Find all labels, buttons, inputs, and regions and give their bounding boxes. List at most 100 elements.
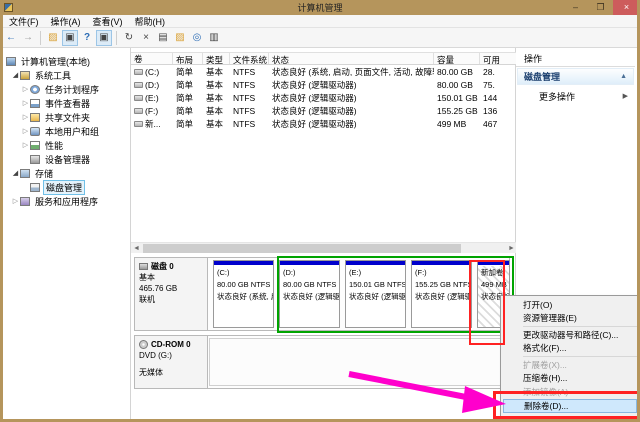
partition-c[interactable]: (C:) 80.00 GB NTFS 状态良好 (系统, 启动, 页面文件, 活… bbox=[213, 260, 274, 328]
maximize-button[interactable]: ❐ bbox=[588, 0, 613, 15]
menu-bar: 文件(F) 操作(A) 查看(V) 帮助(H) bbox=[0, 15, 640, 28]
task-scheduler-icon bbox=[30, 85, 40, 94]
shared-folders-icon bbox=[30, 113, 40, 122]
disk-0-size: 465.76 GB bbox=[139, 283, 203, 294]
volume-list: 卷 布局 类型 文件系统 状态 容量 可用 (C:) 简单基本 NTFS状态良好… bbox=[131, 52, 517, 130]
expander-collapsed-icon[interactable]: ▷ bbox=[21, 127, 30, 135]
close-button[interactable]: × bbox=[613, 0, 640, 15]
menu-separator bbox=[523, 326, 637, 327]
tree-item-device-manager[interactable]: 设备管理器 bbox=[3, 152, 130, 166]
expander-collapsed-icon[interactable]: ▷ bbox=[21, 113, 30, 121]
disk-0-type: 基本 bbox=[139, 272, 203, 283]
volume-row-c[interactable]: (C:) 简单基本 NTFS状态良好 (系统, 启动, 页面文件, 活动, 故障… bbox=[131, 65, 517, 78]
delete-icon[interactable]: × bbox=[138, 30, 154, 46]
open-folder-icon[interactable]: ▨ bbox=[172, 30, 188, 46]
menu-extend-volume: 扩展卷(X)... bbox=[501, 358, 639, 372]
disk-0-info[interactable]: 磁盘 0 基本 465.76 GB 联机 bbox=[135, 258, 208, 330]
window-title: 计算机管理 bbox=[0, 1, 640, 14]
cdrom-0-info[interactable]: CD-ROM 0 DVD (G:) 无媒体 bbox=[135, 336, 208, 388]
action-pane-icon[interactable]: ▣ bbox=[96, 30, 112, 46]
minimize-button[interactable]: – bbox=[563, 0, 588, 15]
forward-icon[interactable]: → bbox=[20, 30, 36, 46]
tree-item-system-tools[interactable]: ◢ 系统工具 bbox=[3, 68, 130, 82]
expander-expanded-icon[interactable]: ◢ bbox=[11, 71, 20, 79]
tree-item-local-users-groups[interactable]: ▷ 本地用户和组 bbox=[3, 124, 130, 138]
cdrom-0-status: 无媒体 bbox=[139, 367, 203, 378]
col-free[interactable]: 可用 bbox=[480, 53, 517, 64]
menu-action[interactable]: 操作(A) bbox=[46, 14, 86, 29]
disk-0-status: 联机 bbox=[139, 294, 203, 305]
menu-open[interactable]: 打开(O) bbox=[501, 298, 639, 312]
expander-collapsed-icon[interactable]: ▷ bbox=[21, 141, 30, 149]
help-icon[interactable]: ? bbox=[79, 30, 95, 46]
expander-collapsed-icon[interactable]: ▷ bbox=[21, 99, 30, 107]
refresh-icon[interactable]: ↻ bbox=[121, 30, 137, 46]
export-icon[interactable]: ▥ bbox=[206, 30, 222, 46]
actions-panel-title: 操作 bbox=[524, 52, 542, 65]
tree-item-shared-folders[interactable]: ▷ 共享文件夹 bbox=[3, 110, 130, 124]
tree-item-storage[interactable]: ◢ 存储 bbox=[3, 166, 130, 180]
scroll-left-icon[interactable]: ◄ bbox=[131, 245, 142, 252]
tree-item-event-viewer[interactable]: ▷ 事件查看器 bbox=[3, 96, 130, 110]
submenu-arrow-icon: ▶ bbox=[623, 92, 628, 100]
col-capacity[interactable]: 容量 bbox=[434, 53, 480, 64]
find-icon[interactable]: ◎ bbox=[189, 30, 205, 46]
col-filesystem[interactable]: 文件系统 bbox=[230, 53, 269, 64]
local-users-icon bbox=[30, 127, 40, 136]
tree-item-task-scheduler[interactable]: ▷ 任务计划程序 bbox=[3, 82, 130, 96]
menu-format[interactable]: 格式化(F)... bbox=[501, 342, 639, 356]
menu-help[interactable]: 帮助(H) bbox=[130, 14, 171, 29]
col-volume[interactable]: 卷 bbox=[131, 53, 173, 64]
drive-icon bbox=[134, 121, 143, 127]
disk-management-icon bbox=[30, 183, 40, 192]
drive-icon bbox=[134, 108, 143, 114]
console-tree-panel: 计算机管理(本地) ◢ 系统工具 ▷ 任务计划程序 ▷ 事件查看器 ▷ 共享文件… bbox=[3, 48, 130, 419]
expander-expanded-icon[interactable]: ◢ bbox=[11, 169, 20, 177]
device-manager-icon bbox=[30, 155, 40, 164]
cdrom-empty-area[interactable] bbox=[209, 338, 507, 386]
menu-view[interactable]: 查看(V) bbox=[88, 14, 128, 29]
menu-file[interactable]: 文件(F) bbox=[4, 14, 44, 29]
back-icon[interactable]: ← bbox=[3, 30, 19, 46]
toolbar-separator bbox=[116, 31, 117, 45]
disk-0-row: 磁盘 0 基本 465.76 GB 联机 (C:) 80.00 GB NTFS … bbox=[134, 257, 510, 331]
tree-item-disk-management[interactable]: 磁盘管理 bbox=[3, 180, 130, 194]
partition-e[interactable]: (E:) 150.01 GB NTFS 状态良好 (逻辑驱动器) bbox=[345, 260, 406, 328]
drive-icon bbox=[134, 82, 143, 88]
more-actions-item[interactable]: 更多操作 ▶ bbox=[517, 89, 634, 103]
actions-disk-management-section[interactable]: 磁盘管理 ▲ bbox=[517, 68, 634, 85]
disk-management-panel: 卷 布局 类型 文件系统 状态 容量 可用 (C:) 简单基本 NTFS状态良好… bbox=[130, 48, 516, 419]
col-layout[interactable]: 布局 bbox=[173, 53, 203, 64]
expander-collapsed-icon[interactable]: ▷ bbox=[11, 197, 20, 205]
tree-item-computer-management[interactable]: 计算机管理(本地) bbox=[3, 54, 130, 68]
horizontal-scrollbar[interactable]: ◄ ► bbox=[131, 242, 517, 253]
performance-icon bbox=[30, 141, 40, 150]
drive-icon bbox=[134, 95, 143, 101]
menu-delete-volume[interactable]: 删除卷(D)... bbox=[503, 399, 637, 413]
volume-row-d[interactable]: (D:) 简单基本 NTFS状态良好 (逻辑驱动器) 80.00 GB75. bbox=[131, 78, 517, 91]
volume-row-e[interactable]: (E:) 简单基本 NTFS状态良好 (逻辑驱动器) 150.01 GB144 bbox=[131, 91, 517, 104]
partition-d[interactable]: (D:) 80.00 GB NTFS 状态良好 (逻辑驱动器) bbox=[279, 260, 340, 328]
menu-add-mirror: 添加镜像(A) bbox=[501, 385, 639, 399]
menu-change-drive-letter[interactable]: 更改驱动器号和路径(C)... bbox=[501, 328, 639, 342]
console-window-icon[interactable]: ▣ bbox=[62, 30, 78, 46]
properties-icon[interactable]: ▤ bbox=[155, 30, 171, 46]
col-type[interactable]: 类型 bbox=[203, 53, 230, 64]
toolbar: ← → ▨ ▣ ? ▣ ↻ × ▤ ▨ ◎ ▥ bbox=[0, 28, 640, 48]
tree-item-services-applications[interactable]: ▷ 服务和应用程序 bbox=[3, 194, 130, 208]
partition-f[interactable]: (F:) 155.25 GB NTFS 状态良好 (逻辑驱动器) bbox=[411, 260, 472, 328]
computer-management-window: 计算机管理 – ❐ × 文件(F) 操作(A) 查看(V) 帮助(H) ← → … bbox=[0, 0, 640, 422]
menu-shrink-volume[interactable]: 压缩卷(H)... bbox=[501, 372, 639, 386]
col-status[interactable]: 状态 bbox=[269, 53, 434, 64]
services-icon bbox=[20, 197, 30, 206]
expander-collapsed-icon[interactable]: ▷ bbox=[21, 85, 30, 93]
tree-item-performance[interactable]: ▷ 性能 bbox=[3, 138, 130, 152]
collapse-icon[interactable]: ▲ bbox=[620, 73, 627, 80]
volume-row-new[interactable]: 新... 简单基本 NTFS状态良好 (逻辑驱动器) 499 MB467 bbox=[131, 117, 517, 130]
volume-row-f[interactable]: (F:) 简单基本 NTFS状态良好 (逻辑驱动器) 155.25 GB136 bbox=[131, 104, 517, 117]
scrollbar-thumb[interactable] bbox=[143, 244, 461, 253]
menu-explorer[interactable]: 资源管理器(E) bbox=[501, 312, 639, 326]
show-console-tree-icon[interactable]: ▨ bbox=[45, 30, 61, 46]
menu-separator bbox=[523, 356, 637, 357]
computer-icon bbox=[6, 57, 16, 66]
